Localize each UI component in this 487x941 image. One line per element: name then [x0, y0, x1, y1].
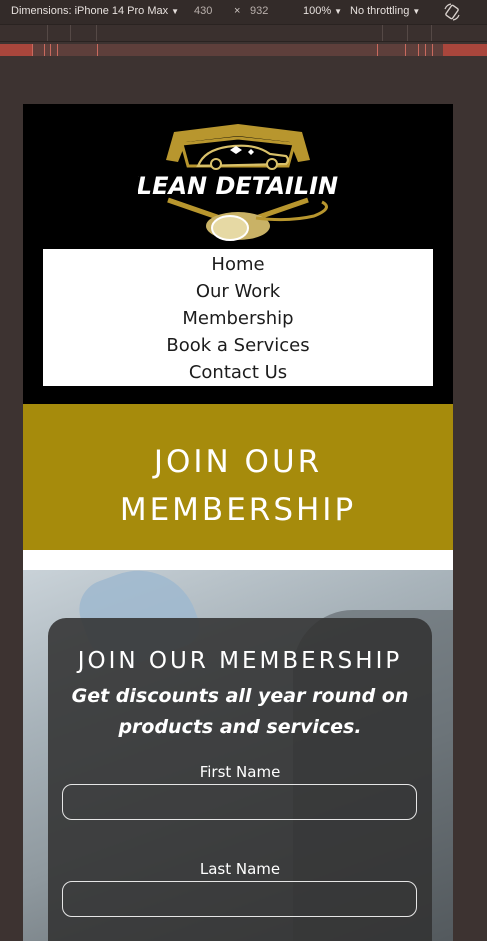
form-subtitle: Get discounts all year round on products… — [71, 685, 409, 738]
device-viewport: KLEAN DETAILING Home Our Work Membership… — [23, 104, 453, 941]
zoom-label: 100% — [303, 5, 332, 17]
zoom-dropdown[interactable]: 100% ▼ — [303, 5, 342, 17]
width-input[interactable]: 430 — [194, 5, 212, 17]
section-divider — [23, 550, 453, 570]
height-input[interactable]: 932 — [250, 5, 268, 17]
chevron-down-icon: ▼ — [171, 6, 180, 16]
nav-membership[interactable]: Membership — [182, 305, 293, 332]
nav-book-a-services[interactable]: Book a Services — [166, 332, 309, 359]
nav-home[interactable]: Home — [211, 251, 264, 278]
banner-line-2: MEMBERSHIP — [119, 492, 357, 528]
media-query-bar[interactable] — [0, 25, 487, 42]
device-dropdown[interactable]: Dimensions: iPhone 14 Pro Max ▼ — [11, 5, 179, 17]
site-header: KLEAN DETAILING Home Our Work Membership… — [23, 104, 453, 404]
membership-form-card: JOIN OUR MEMBERSHIP Get discounts all ye… — [48, 618, 432, 941]
times-sign: × — [234, 5, 241, 17]
ruler-bar — [0, 44, 487, 56]
throttle-dropdown[interactable]: No throttling ▼ — [350, 5, 420, 17]
form-title: JOIN OUR MEMBERSHIP — [77, 648, 403, 674]
chevron-down-icon: ▼ — [412, 6, 421, 16]
svg-text:KLEAN DETAILING: KLEAN DETAILING — [138, 172, 338, 200]
throttle-label: No throttling — [350, 5, 410, 17]
banner-line-1: JOIN OUR — [153, 444, 323, 480]
first-name-field[interactable] — [62, 784, 417, 820]
main-navigation: Home Our Work Membership Book a Services… — [43, 249, 433, 386]
nav-contact-us[interactable]: Contact Us — [189, 359, 287, 386]
last-name-label: Last Name — [199, 860, 281, 878]
rotate-icon[interactable] — [443, 3, 461, 21]
first-name-label: First Name — [199, 763, 281, 781]
nav-our-work[interactable]: Our Work — [196, 278, 280, 305]
membership-hero-image: JOIN OUR MEMBERSHIP Get discounts all ye… — [23, 570, 453, 941]
klean-detailing-logo[interactable]: KLEAN DETAILING — [138, 122, 338, 247]
membership-banner: JOIN OUR MEMBERSHIP — [23, 404, 453, 550]
last-name-field[interactable] — [62, 881, 417, 917]
chevron-down-icon: ▼ — [334, 6, 343, 16]
devtools-toolbar: Dimensions: iPhone 14 Pro Max ▼ 430 × 93… — [0, 0, 487, 25]
device-dropdown-label: Dimensions: iPhone 14 Pro Max — [11, 5, 169, 17]
